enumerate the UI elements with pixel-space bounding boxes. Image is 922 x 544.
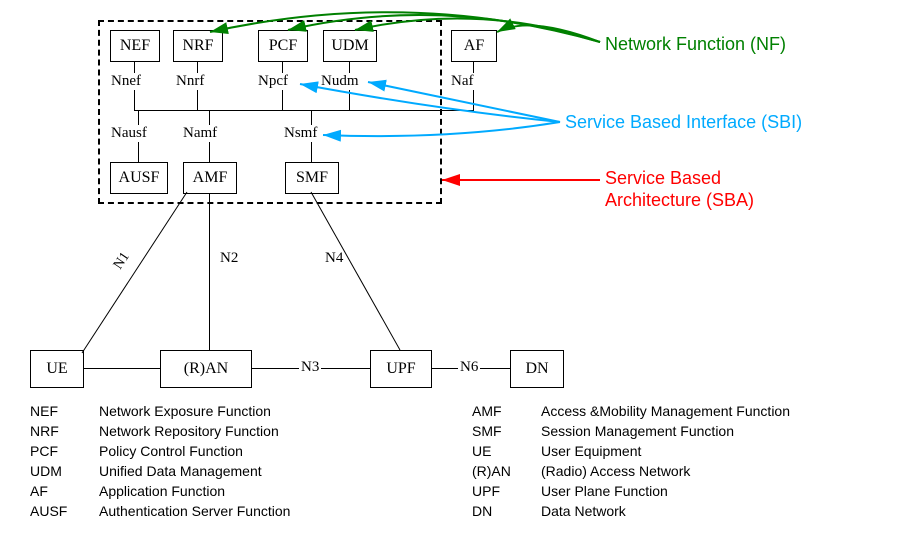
label-n1: N1 — [111, 250, 133, 273]
leg-r-5-acr: DN — [472, 502, 539, 520]
node-ue: UE — [30, 350, 84, 388]
leg-l-3-acr: UDM — [30, 462, 97, 480]
leg-l-1-acr: NRF — [30, 422, 97, 440]
leg-l-2-txt: Policy Control Function — [99, 442, 302, 460]
arrow-nf-af — [497, 25, 600, 42]
label-nsmf: Nsmf — [283, 125, 318, 142]
nf-nrf: NRF — [173, 30, 223, 62]
label-naf: Naf — [450, 73, 475, 90]
leg-r-4-txt: User Plane Function — [541, 482, 802, 500]
leg-r-4-acr: UPF — [472, 482, 539, 500]
leg-r-3-txt: (Radio) Access Network — [541, 462, 802, 480]
leg-r-1-txt: Session Management Function — [541, 422, 802, 440]
label-n6: N6 — [458, 359, 480, 376]
leg-r-2-acr: UE — [472, 442, 539, 460]
leg-l-1-txt: Network Repository Function — [99, 422, 302, 440]
label-nnef: Nnef — [110, 73, 142, 90]
label-n2: N2 — [220, 250, 238, 267]
nf-udm: UDM — [323, 30, 377, 62]
leg-l-5-txt: Authentication Server Function — [99, 502, 302, 520]
leg-r-2-txt: User Equipment — [541, 442, 802, 460]
node-upf: UPF — [370, 350, 432, 388]
label-n4: N4 — [325, 250, 343, 267]
label-nnrf: Nnrf — [175, 73, 205, 90]
annot-nf: Network Function (NF) — [605, 34, 786, 55]
legend-right: AMFAccess &Mobility Management Function … — [470, 400, 804, 522]
leg-l-0-acr: NEF — [30, 402, 97, 420]
leg-l-0-txt: Network Exposure Function — [99, 402, 302, 420]
link-n4 — [311, 192, 400, 350]
annot-sba1: Service Based — [605, 168, 721, 189]
legend-left: NEFNetwork Exposure Function NRFNetwork … — [28, 400, 304, 522]
leg-l-5-acr: AUSF — [30, 502, 97, 520]
link-ue-ran — [82, 368, 160, 369]
node-dn: DN — [510, 350, 564, 388]
label-namf: Namf — [182, 125, 218, 142]
nf-pcf: PCF — [258, 30, 308, 62]
nf-amf: AMF — [183, 162, 237, 194]
sbi-bus — [134, 110, 474, 111]
annot-sbi: Service Based Interface (SBI) — [565, 112, 802, 133]
leg-l-3-txt: Unified Data Management — [99, 462, 302, 480]
link-n1 — [82, 192, 187, 353]
leg-r-0-txt: Access &Mobility Management Function — [541, 402, 802, 420]
leg-l-4-txt: Application Function — [99, 482, 302, 500]
nf-smf: SMF — [285, 162, 339, 194]
label-n3: N3 — [299, 359, 321, 376]
leg-l-4-acr: AF — [30, 482, 97, 500]
leg-r-1-acr: SMF — [472, 422, 539, 440]
label-npcf: Npcf — [257, 73, 289, 90]
leg-r-3-acr: (R)AN — [472, 462, 539, 480]
nf-ausf: AUSF — [110, 162, 168, 194]
link-n2 — [209, 192, 210, 350]
leg-l-2-acr: PCF — [30, 442, 97, 460]
leg-r-0-acr: AMF — [472, 402, 539, 420]
diagram-canvas: NEF NRF PCF UDM AF AUSF AMF SMF Nnef Nnr… — [10, 10, 912, 534]
leg-r-5-txt: Data Network — [541, 502, 802, 520]
node-ran: (R)AN — [160, 350, 252, 388]
label-nudm: Nudm — [320, 73, 360, 90]
label-nausf: Nausf — [110, 125, 148, 142]
annot-sba2: Architecture (SBA) — [605, 190, 754, 211]
nf-af: AF — [451, 30, 497, 62]
nf-nef: NEF — [110, 30, 160, 62]
